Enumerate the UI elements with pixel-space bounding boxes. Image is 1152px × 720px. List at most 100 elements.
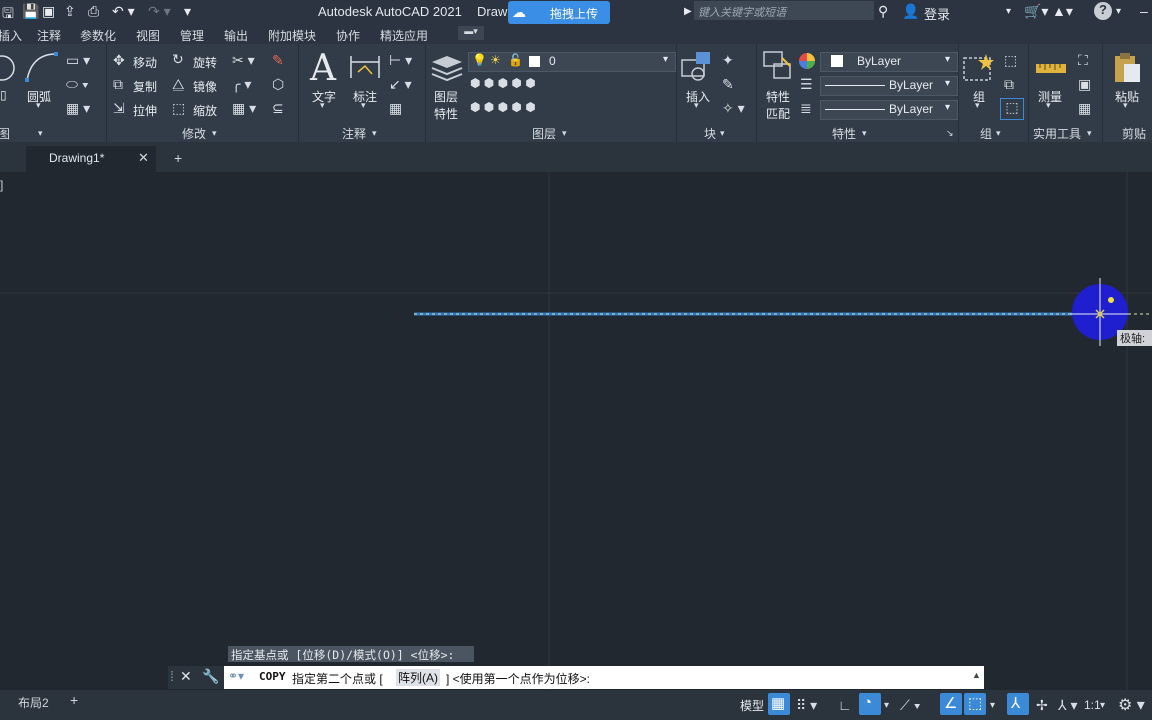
minimize-icon[interactable]: –: [1140, 3, 1148, 19]
copy-button[interactable]: 复制: [133, 78, 157, 95]
gradient-icon[interactable]: ▦ ▾: [66, 100, 90, 117]
command-input[interactable]: ⚭▾ COPY 指定第二个点或 [ 阵列(A) ] <使用第一个点作为位移>: …: [224, 666, 984, 689]
calculator-icon[interactable]: ▦: [1078, 100, 1091, 117]
match-properties-icon[interactable]: [762, 50, 794, 82]
help-icon[interactable]: ?: [1094, 2, 1112, 20]
dimension-icon[interactable]: [348, 52, 382, 82]
utilities-panel-dropdown-icon[interactable]: ▾: [1087, 128, 1092, 139]
add-layout-icon[interactable]: +: [70, 692, 78, 708]
tab-addins[interactable]: 附加模块: [268, 27, 316, 44]
isodraft-icon[interactable]: ⟋ ▾: [900, 697, 921, 714]
baidu-upload-button[interactable]: ☁ 拖拽上传: [508, 1, 610, 24]
lineweight-dropdown[interactable]: ByLayer ▾: [820, 100, 958, 120]
layer-properties-label-1[interactable]: 图层: [434, 88, 458, 105]
object-snap-toggle[interactable]: ⬚: [964, 693, 986, 715]
clipboard-panel-label[interactable]: 剪贴: [1122, 125, 1146, 142]
circle-icon[interactable]: [0, 50, 16, 84]
help-dropdown-icon[interactable]: ▾: [1116, 6, 1121, 17]
group-edit-icon[interactable]: ⧉: [1004, 76, 1014, 93]
print-icon[interactable]: ⎙: [88, 3, 99, 20]
linear-dim-icon[interactable]: ⊢ ▾: [389, 52, 412, 69]
measure-icon[interactable]: [1034, 56, 1068, 82]
dimension-dropdown-icon[interactable]: ▾: [361, 100, 366, 111]
command-line-grip-icon[interactable]: ⁞: [170, 668, 174, 684]
rotate-button[interactable]: 旋转: [193, 54, 217, 71]
arc-dropdown-icon[interactable]: ▾: [36, 100, 41, 111]
create-block-icon[interactable]: ✦: [722, 52, 734, 69]
quick-access-dropdown-icon[interactable]: ▾: [184, 3, 191, 20]
ungroup-icon[interactable]: ⬚: [1004, 52, 1017, 69]
redo-icon[interactable]: ↷ ▾: [148, 3, 171, 20]
command-customize-icon[interactable]: 🔧: [202, 668, 219, 685]
workspace-gear-icon[interactable]: ⚙ ▾: [1118, 695, 1145, 715]
polar-dropdown-icon[interactable]: ▾: [884, 700, 889, 711]
polar-toggle[interactable]: ◔: [859, 693, 881, 715]
match-properties-label-2[interactable]: 匹配: [766, 105, 790, 122]
layers-panel-label[interactable]: 图层: [532, 125, 556, 142]
edit-block-icon[interactable]: ✎: [722, 76, 734, 93]
fillet-icon[interactable]: ╭ ▾: [232, 76, 251, 93]
tab-manage[interactable]: 管理: [180, 27, 204, 44]
modify-panel-label[interactable]: 修改: [182, 125, 206, 142]
layer-tools-row2-icon[interactable]: ⬢ ⬢ ⬢ ⬢ ⬢: [470, 100, 536, 114]
group-selection-icon[interactable]: ⬚: [1000, 98, 1024, 120]
open-icon[interactable]: ▣: [42, 3, 55, 20]
match-properties-label-1[interactable]: 特性: [766, 88, 790, 105]
layer-properties-icon[interactable]: [430, 52, 464, 82]
utilities-panel-label[interactable]: 实用工具: [1033, 125, 1081, 142]
quick-select-icon[interactable]: ⛶: [1078, 52, 1088, 69]
insert-block-icon[interactable]: [680, 50, 714, 82]
cart-icon[interactable]: 🛒▾: [1024, 3, 1048, 20]
array-icon[interactable]: ▦ ▾: [232, 100, 256, 117]
scale-button[interactable]: 缩放: [193, 102, 217, 119]
groups-panel-label[interactable]: 组: [980, 125, 992, 142]
offset-icon[interactable]: ⊆: [272, 100, 284, 117]
table-icon[interactable]: ▦: [389, 100, 402, 117]
layer-tools-row1-icon[interactable]: ⬢ ⬢ ⬢ ⬢ ⬢: [470, 76, 536, 90]
groups-panel-dropdown-icon[interactable]: ▾: [996, 128, 1001, 139]
properties-dialog-launcher-icon[interactable]: ↘: [946, 128, 954, 139]
ortho-icon[interactable]: ∟: [838, 697, 852, 713]
paste-dropdown-icon[interactable]: ▾: [1123, 100, 1128, 111]
trim-icon[interactable]: ✂ ▾: [232, 52, 255, 69]
annotation-panel-dropdown-icon[interactable]: ▾: [372, 128, 377, 139]
properties-panel-dropdown-icon[interactable]: ▾: [862, 128, 867, 139]
annotation-scale-icon[interactable]: ⅄ ▾: [1058, 697, 1077, 714]
color-dropdown[interactable]: ByLayer ▾: [820, 52, 958, 72]
tab-drawing1[interactable]: Drawing1* ✕: [26, 146, 156, 172]
draw-panel-label[interactable]: 图: [0, 125, 10, 142]
tab-annotate[interactable]: 注释: [37, 27, 61, 44]
search-icon[interactable]: ⚲: [878, 3, 888, 20]
mirror-button[interactable]: 镜像: [193, 78, 217, 95]
object-snap-dropdown-icon[interactable]: ▾: [990, 700, 995, 711]
select-all-icon[interactable]: ▣: [1078, 76, 1091, 93]
autodesk-a360-icon[interactable]: ▲▾: [1052, 3, 1073, 20]
scale-dropdown-icon[interactable]: ▾: [1100, 700, 1105, 711]
scale-value[interactable]: 1:1: [1084, 698, 1101, 712]
annotation-panel-label[interactable]: 注释: [342, 125, 366, 142]
arc-icon[interactable]: [24, 50, 58, 84]
command-recent-icon[interactable]: ⚭▾: [228, 669, 244, 683]
tab-insert[interactable]: 插入: [0, 27, 22, 44]
snap-icon[interactable]: ⠿ ▾: [796, 697, 817, 714]
explode-icon[interactable]: ⬡: [272, 76, 284, 93]
tab-featured-apps[interactable]: 精选应用: [380, 27, 428, 44]
command-option-array[interactable]: 阵列(A): [396, 669, 440, 686]
annotation-visibility-toggle[interactable]: ⅄: [1007, 693, 1029, 715]
save-icon[interactable]: 💾: [22, 3, 39, 20]
measure-dropdown-icon[interactable]: ▾: [1046, 100, 1051, 111]
tab-collaborate[interactable]: 协作: [336, 27, 360, 44]
hatch-icon[interactable]: ⬭ ▾: [66, 76, 89, 93]
close-tab-icon[interactable]: ✕: [138, 150, 149, 166]
new-tab-icon[interactable]: +: [174, 150, 182, 166]
login-link[interactable]: 登录: [924, 4, 950, 23]
move-button[interactable]: 移动: [133, 54, 157, 71]
linetype-dropdown[interactable]: ByLayer ▾: [820, 76, 958, 96]
user-icon[interactable]: 👤: [902, 3, 919, 20]
stretch-button[interactable]: 拉伸: [133, 102, 157, 119]
draw-panel-dropdown-icon[interactable]: ▾: [38, 128, 43, 139]
tab-layout2[interactable]: 布局2: [18, 694, 49, 711]
rectangle-icon[interactable]: ▭ ▾: [66, 52, 90, 69]
command-history-expand-icon[interactable]: ▲: [972, 670, 981, 680]
tab-parametric[interactable]: 参数化: [80, 27, 116, 44]
